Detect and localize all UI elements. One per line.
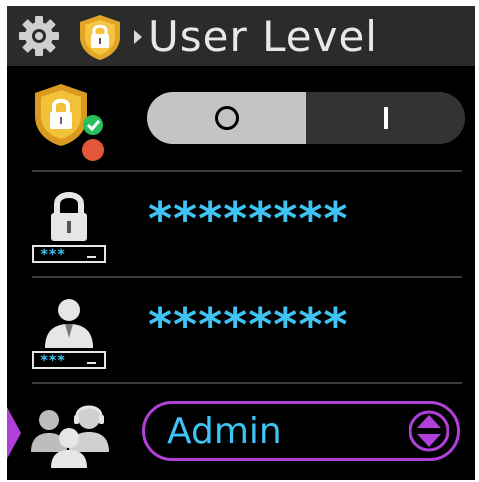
toggle-on-option[interactable] xyxy=(306,92,465,144)
page-title: User Level xyxy=(148,12,378,61)
header-bar: User Level xyxy=(7,6,475,66)
screen: User Level *** ******** *** ******** Adm… xyxy=(7,6,475,480)
breadcrumb-arrow-icon xyxy=(133,29,143,48)
users-headset-icon xyxy=(29,398,121,472)
off-symbol xyxy=(214,106,239,130)
divider xyxy=(32,382,462,384)
lock-password-value[interactable]: ******** xyxy=(148,194,348,244)
svg-text:***: *** xyxy=(40,247,65,263)
security-toggle[interactable] xyxy=(147,92,465,144)
divider xyxy=(32,276,462,278)
shield-lock-status-icon xyxy=(31,82,111,168)
up-down-arrows-icon[interactable] xyxy=(408,410,450,456)
gear-icon[interactable] xyxy=(17,14,61,62)
user-level-select[interactable]: Admin xyxy=(142,401,460,461)
user-password-value[interactable]: ******** xyxy=(148,300,348,350)
divider xyxy=(32,170,462,172)
svg-text:***: *** xyxy=(40,353,65,369)
on-symbol xyxy=(383,107,388,129)
shield-lock-icon xyxy=(77,13,123,65)
user-password-icon: *** xyxy=(31,292,107,374)
user-level-value: Admin xyxy=(167,411,282,452)
selected-row-marker xyxy=(7,407,21,463)
toggle-off-option[interactable] xyxy=(147,92,306,144)
lock-password-icon: *** xyxy=(31,186,107,268)
